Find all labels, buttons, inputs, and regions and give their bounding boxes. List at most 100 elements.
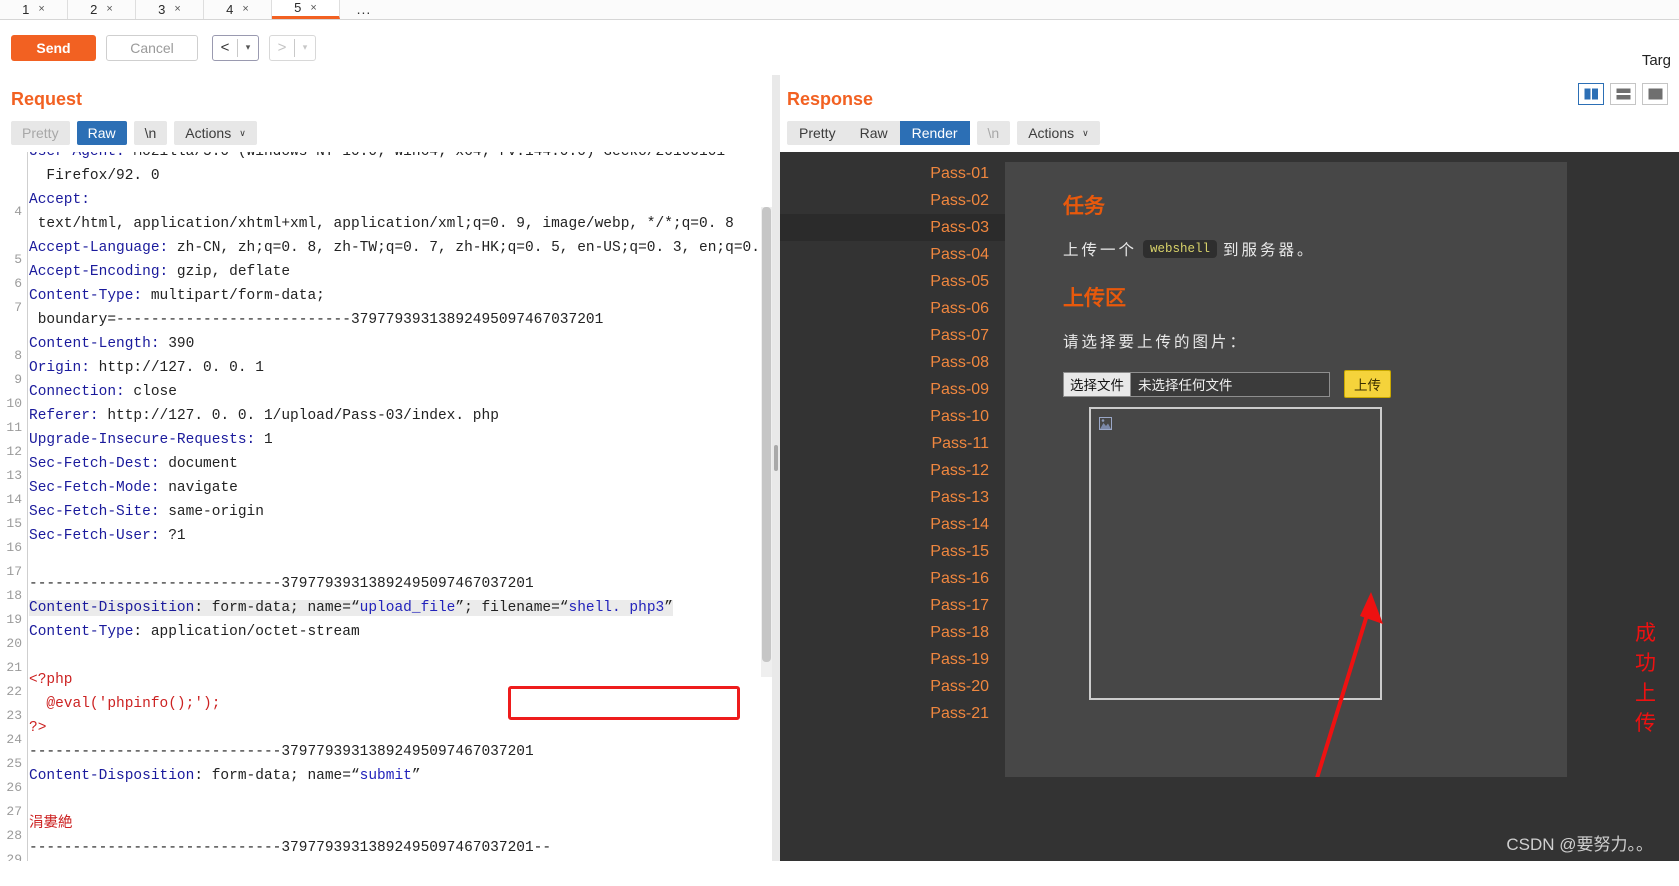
- close-icon[interactable]: ×: [310, 2, 316, 14]
- code-token: boundary=---------------------------3797…: [29, 312, 604, 328]
- choose-file-button[interactable]: 选择文件: [1064, 372, 1131, 396]
- code-line[interactable]: Content-Type: application/octet-stream: [29, 620, 760, 644]
- code-line[interactable]: Content-Type: multipart/form-data;: [29, 284, 760, 308]
- code-line[interactable]: Connection: close: [29, 380, 760, 404]
- nav-item-pass-18[interactable]: Pass-18: [780, 619, 1005, 646]
- nav-item-pass-06[interactable]: Pass-06: [780, 295, 1005, 322]
- tab-response-render[interactable]: Render: [899, 121, 970, 145]
- code-line[interactable]: [29, 788, 760, 812]
- nav-item-pass-21[interactable]: Pass-21: [780, 700, 1005, 727]
- nav-item-pass-10[interactable]: Pass-10: [780, 403, 1005, 430]
- code-line[interactable]: -----------------------------37977939313…: [29, 740, 760, 764]
- nav-item-pass-16[interactable]: Pass-16: [780, 565, 1005, 592]
- code-line[interactable]: [29, 548, 760, 572]
- code-line[interactable]: Content-Disposition: form-data; name=“up…: [29, 596, 760, 620]
- nav-item-pass-11[interactable]: Pass-11: [780, 430, 1005, 457]
- code-line[interactable]: -----------------------------37977939313…: [29, 836, 760, 860]
- line-number: [0, 224, 27, 248]
- chevron-down-icon[interactable]: ▾: [238, 42, 258, 53]
- code-line[interactable]: ?>: [29, 716, 760, 740]
- request-scrollbar[interactable]: [761, 207, 772, 677]
- upload-submit-button[interactable]: 上传: [1344, 370, 1391, 398]
- split-horizontal-icon[interactable]: [1610, 83, 1636, 105]
- single-pane-icon[interactable]: [1642, 83, 1668, 105]
- line-number: 9: [14, 372, 22, 387]
- line-number: 13: [6, 468, 22, 483]
- code-line[interactable]: boundary=---------------------------3797…: [29, 308, 760, 332]
- code-line[interactable]: Content-Disposition: form-data; name=“su…: [29, 764, 760, 788]
- nav-item-pass-13[interactable]: Pass-13: [780, 484, 1005, 511]
- repeater-tab-3[interactable]: 3 ×: [136, 0, 204, 19]
- nav-item-pass-01[interactable]: Pass-01: [780, 160, 1005, 187]
- close-icon[interactable]: ×: [242, 3, 248, 15]
- code-line[interactable]: @eval('phpinfo();');: [29, 692, 760, 716]
- file-input[interactable]: 选择文件 未选择任何文件: [1063, 371, 1330, 397]
- nav-item-pass-04[interactable]: Pass-04: [780, 241, 1005, 268]
- pane-divider[interactable]: [772, 75, 780, 861]
- tab-request-pretty[interactable]: Pretty: [11, 121, 70, 145]
- tab-request-newline[interactable]: \n: [133, 121, 168, 145]
- code-line[interactable]: Referer: http://127. 0. 0. 1/upload/Pass…: [29, 404, 760, 428]
- nav-item-pass-20[interactable]: Pass-20: [780, 673, 1005, 700]
- tab-response-newline[interactable]: \n: [976, 121, 1011, 145]
- send-button[interactable]: Send: [11, 34, 96, 61]
- close-icon[interactable]: ×: [174, 3, 180, 15]
- nav-item-pass-05[interactable]: Pass-05: [780, 268, 1005, 295]
- line-number: [0, 320, 27, 344]
- scrollbar-thumb[interactable]: [762, 207, 771, 662]
- code-line[interactable]: 涓婁絶: [29, 812, 760, 836]
- code-line[interactable]: Sec-Fetch-User: ?1: [29, 524, 760, 548]
- code-line[interactable]: Sec-Fetch-Dest: document: [29, 452, 760, 476]
- nav-item-pass-02[interactable]: Pass-02: [780, 187, 1005, 214]
- chevron-down-icon: ∨: [239, 127, 246, 138]
- response-actions-label: Actions: [1028, 125, 1075, 141]
- tab-request-raw[interactable]: Raw: [76, 121, 127, 145]
- code-line[interactable]: Sec-Fetch-Mode: navigate: [29, 476, 760, 500]
- response-actions-button[interactable]: Actions ∨: [1017, 121, 1100, 145]
- request-actions-button[interactable]: Actions ∨: [174, 121, 257, 145]
- code-line[interactable]: Accept:: [29, 188, 760, 212]
- nav-item-pass-09[interactable]: Pass-09: [780, 376, 1005, 403]
- request-raw-text[interactable]: User-Agent: Mozilla/5.0 (Windows NT 10.0…: [29, 152, 772, 861]
- nav-item-pass-19[interactable]: Pass-19: [780, 646, 1005, 673]
- code-line[interactable]: Origin: http://127. 0. 0. 1: [29, 356, 760, 380]
- nav-item-pass-14[interactable]: Pass-14: [780, 511, 1005, 538]
- repeater-tab-5[interactable]: 5 ×: [272, 0, 340, 19]
- divider-grip[interactable]: [774, 445, 778, 471]
- code-line[interactable]: User-Agent: Mozilla/5.0 (Windows NT 10.0…: [29, 152, 760, 164]
- response-format-group: Pretty Raw Render: [787, 121, 970, 145]
- tab-response-raw[interactable]: Raw: [848, 121, 900, 145]
- split-vertical-icon[interactable]: [1578, 83, 1604, 105]
- code-line[interactable]: [29, 644, 760, 668]
- repeater-tab-1[interactable]: 1 ×: [0, 0, 68, 19]
- repeater-tab-2[interactable]: 2 ×: [68, 0, 136, 19]
- nav-item-pass-07[interactable]: Pass-07: [780, 322, 1005, 349]
- history-forward-button[interactable]: > ▾: [269, 34, 316, 61]
- nav-item-pass-03[interactable]: Pass-03: [780, 214, 1005, 241]
- nav-item-pass-12[interactable]: Pass-12: [780, 457, 1005, 484]
- chevron-down-icon[interactable]: ▾: [295, 42, 315, 53]
- request-editor[interactable]: 4 5 6 7 8 9 10 11 12 13 14 15 16 17 18 19 20 21 22 23 24 25 26…: [0, 152, 772, 861]
- code-line[interactable]: Accept-Language: zh-CN, zh;q=0. 8, zh-TW…: [29, 236, 772, 260]
- nav-item-pass-17[interactable]: Pass-17: [780, 592, 1005, 619]
- code-line[interactable]: Upgrade-Insecure-Requests: 1: [29, 428, 760, 452]
- code-line[interactable]: <?php: [29, 668, 760, 692]
- tab-response-pretty[interactable]: Pretty: [787, 121, 848, 145]
- code-line[interactable]: Content-Length: 390: [29, 332, 760, 356]
- close-icon[interactable]: ×: [38, 3, 44, 15]
- code-line[interactable]: Accept-Encoding: gzip, deflate: [29, 260, 760, 284]
- code-line[interactable]: Firefox/92. 0: [29, 164, 760, 188]
- code-line[interactable]: text/html, application/xhtml+xml, applic…: [29, 212, 760, 236]
- nav-item-pass-08[interactable]: Pass-08: [780, 349, 1005, 376]
- close-icon[interactable]: ×: [106, 3, 112, 15]
- nav-item-pass-15[interactable]: Pass-15: [780, 538, 1005, 565]
- code-line[interactable]: Sec-Fetch-Site: same-origin: [29, 500, 760, 524]
- repeater-tabs-overflow[interactable]: ...: [340, 0, 388, 19]
- request-response-split: Request Pretty Raw \n Actions ∨ 4 5 6 7 8 9 10…: [0, 75, 1679, 861]
- code-line[interactable]: -----------------------------37977939313…: [29, 572, 760, 596]
- code-line[interactable]: [29, 860, 760, 861]
- cancel-button[interactable]: Cancel: [106, 34, 198, 61]
- repeater-tab-4[interactable]: 4 ×: [204, 0, 272, 19]
- history-back-button[interactable]: < ▾: [212, 34, 259, 61]
- code-token: Referer:: [29, 408, 99, 424]
